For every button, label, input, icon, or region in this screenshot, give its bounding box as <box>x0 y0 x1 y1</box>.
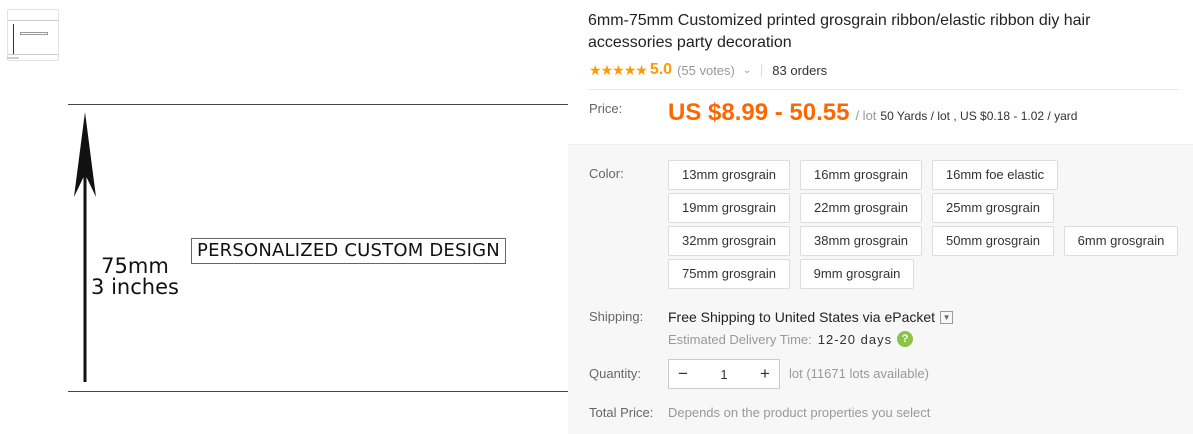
delivery-label: Estimated Delivery Time: <box>668 331 812 347</box>
color-option[interactable]: 50mm grosgrain <box>932 226 1054 256</box>
thumbnail-text-box <box>20 32 48 35</box>
color-option[interactable]: 32mm grosgrain <box>668 226 790 256</box>
quantity-label: Quantity: <box>589 366 642 381</box>
rating-stars: ★ ★ ★ ★ ★ <box>589 61 648 79</box>
shipping-label: Shipping: <box>589 309 644 324</box>
chevron-down-icon[interactable]: ▼ <box>940 310 954 324</box>
total-price-label: Total Price: <box>589 405 654 420</box>
thumbnail-line <box>8 20 58 21</box>
thumbnail-line <box>8 54 58 55</box>
divider <box>588 89 1179 90</box>
color-option[interactable]: 6mm grosgrain <box>1064 226 1178 256</box>
color-option[interactable]: 75mm grosgrain <box>668 259 790 289</box>
color-option[interactable]: 25mm grosgrain <box>932 193 1054 223</box>
decrease-quantity-button[interactable]: − <box>669 364 697 384</box>
help-icon[interactable]: ? <box>897 331 914 347</box>
color-option[interactable]: 38mm grosgrain <box>800 226 922 256</box>
color-option[interactable]: 16mm foe elastic <box>932 160 1058 190</box>
image-bottom-line <box>68 391 568 392</box>
total-price-text: Depends on the product properties you se… <box>668 405 931 420</box>
custom-design-text: PERSONALIZED CUSTOM DESIGN <box>191 238 506 264</box>
votes-link[interactable]: (55 votes) <box>677 63 735 78</box>
price-row: US $8.99 - 50.55 / lot 50 Yards / lot , … <box>668 99 1077 127</box>
star-icon: ★ <box>635 61 648 78</box>
star-icon: ★ <box>623 61 637 78</box>
price-label: Price: <box>589 101 623 116</box>
color-label: Color: <box>589 166 624 181</box>
increase-quantity-button[interactable]: + <box>751 364 779 384</box>
color-option[interactable]: 22mm grosgrain <box>800 193 922 223</box>
quantity-available: lot (11671 lots available) <box>789 366 929 381</box>
orders-count: 83 orders <box>772 62 828 78</box>
thumbnail-image[interactable] <box>7 9 59 61</box>
color-option[interactable]: 16mm grosgrain <box>800 160 922 190</box>
thumbnail-indicator <box>7 57 19 59</box>
chevron-down-icon[interactable]: ⌄ <box>743 65 751 76</box>
product-info-panel: 6mm-75mm Customized printed grosgrain ri… <box>568 0 1193 434</box>
free-shipping-text: Free Shipping to <box>668 309 771 325</box>
star-icon: ★ <box>600 61 614 78</box>
image-top-line <box>68 104 568 105</box>
dimension-arrow-icon <box>74 112 96 382</box>
star-icon: ★ <box>589 61 602 78</box>
product-title: 6mm-75mm Customized printed grosgrain ri… <box>588 12 1091 51</box>
color-option[interactable]: 9mm grosgrain <box>800 259 914 289</box>
thumbnail-arrow <box>13 24 14 54</box>
star-icon: ★ <box>612 61 625 78</box>
dimension-mm-text: 75mm <box>101 254 169 278</box>
rating-row: ★ ★ ★ ★ ★ 5.0 (55 votes) ⌄ 83 orders <box>589 60 827 80</box>
delivery-days: 12-20 days <box>817 331 893 347</box>
price-value: US $8.99 - 50.55 <box>668 99 850 126</box>
delivery-estimate: Estimated Delivery Time: 12-20 days ? <box>668 331 914 347</box>
quantity-input[interactable]: 1 <box>697 367 751 382</box>
shipping-info: Free Shipping to United States via ePack… <box>668 309 954 325</box>
color-option[interactable]: 13mm grosgrain <box>668 160 790 190</box>
color-option[interactable]: 19mm grosgrain <box>668 193 790 223</box>
price-per-yard: 50 Yards / lot , US $0.18 - 1.02 / yard <box>880 109 1078 123</box>
dimension-inch-text: 3 inches <box>91 275 179 299</box>
divider <box>761 63 763 77</box>
quantity-stepper: − 1 + <box>668 359 780 389</box>
rating-score: 5.0 <box>649 61 673 78</box>
price-unit: / lot <box>855 108 877 123</box>
shipping-method-link[interactable]: United States via ePacket <box>775 309 935 325</box>
